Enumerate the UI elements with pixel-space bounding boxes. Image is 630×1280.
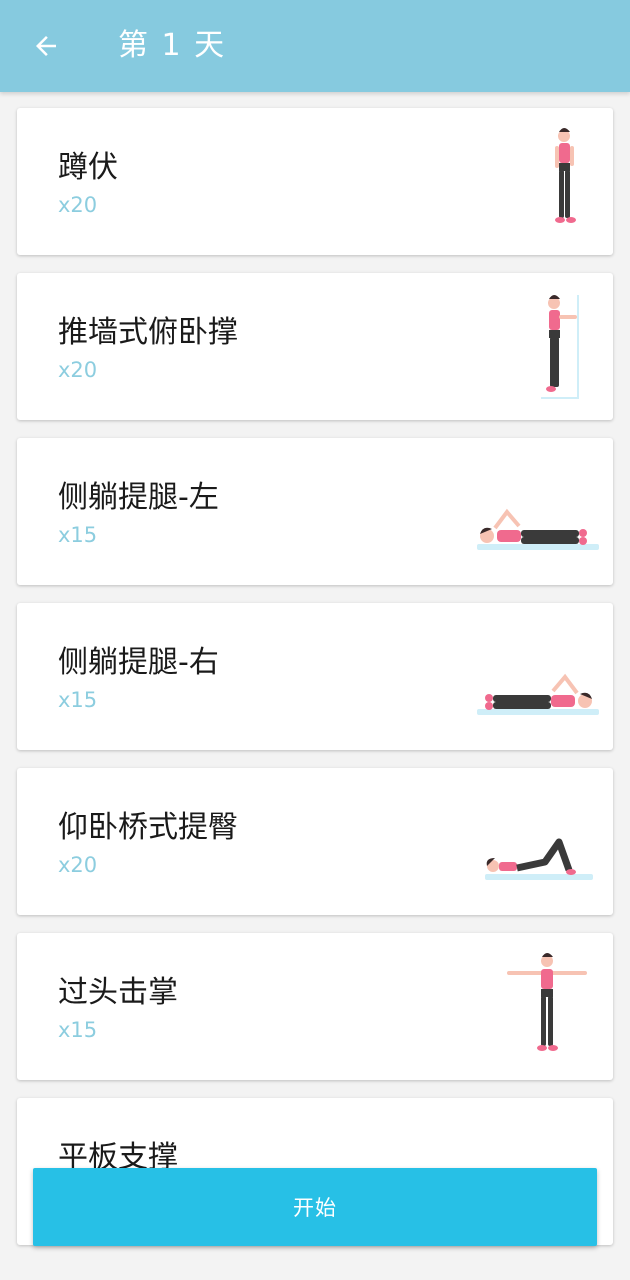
exercise-card-squat[interactable]: 蹲伏 x20 (17, 108, 613, 255)
exercise-reps: x15 (58, 523, 98, 547)
exercise-card-wall-pushup[interactable]: 推墙式俯卧撑 x20 (17, 273, 613, 420)
exercise-reps: x20 (58, 358, 98, 382)
exercise-reps: x15 (58, 688, 98, 712)
exercise-card-glute-bridge[interactable]: 仰卧桥式提臀 x20 (17, 768, 613, 915)
wall-pushup-figure (541, 295, 579, 399)
arrow-left-icon (36, 36, 56, 56)
exercise-name: 过头击掌 (58, 975, 178, 1010)
overhead-clap-figure (507, 953, 587, 1051)
page-title: 第 1 天 (118, 28, 227, 63)
exercise-reps: x20 (58, 853, 98, 877)
exercise-name: 侧躺提腿-右 (58, 645, 219, 680)
start-button[interactable]: 开始 (33, 1168, 597, 1246)
exercise-name: 蹲伏 (58, 150, 118, 185)
exercise-reps: x15 (58, 1018, 98, 1042)
standing-squat-figure (555, 128, 576, 223)
exercise-card-side-lying-right[interactable]: 侧躺提腿-右 x15 (17, 603, 613, 750)
exercise-name: 推墙式俯卧撑 (58, 315, 238, 350)
side-lying-leg-lift-left-figure (477, 508, 599, 550)
exercise-reps: x20 (58, 193, 98, 217)
exercise-name: 仰卧桥式提臀 (58, 810, 238, 845)
glute-bridge-figure (485, 838, 593, 880)
exercise-card-side-lying-left[interactable]: 侧躺提腿-左 x15 (17, 438, 613, 585)
exercise-card-overhead-clap[interactable]: 过头击掌 x15 (17, 933, 613, 1080)
back-button[interactable] (26, 26, 66, 66)
side-lying-leg-lift-right-figure (477, 673, 599, 715)
app-bar: 第 1 天 (0, 0, 630, 92)
exercise-name: 侧躺提腿-左 (58, 480, 219, 515)
